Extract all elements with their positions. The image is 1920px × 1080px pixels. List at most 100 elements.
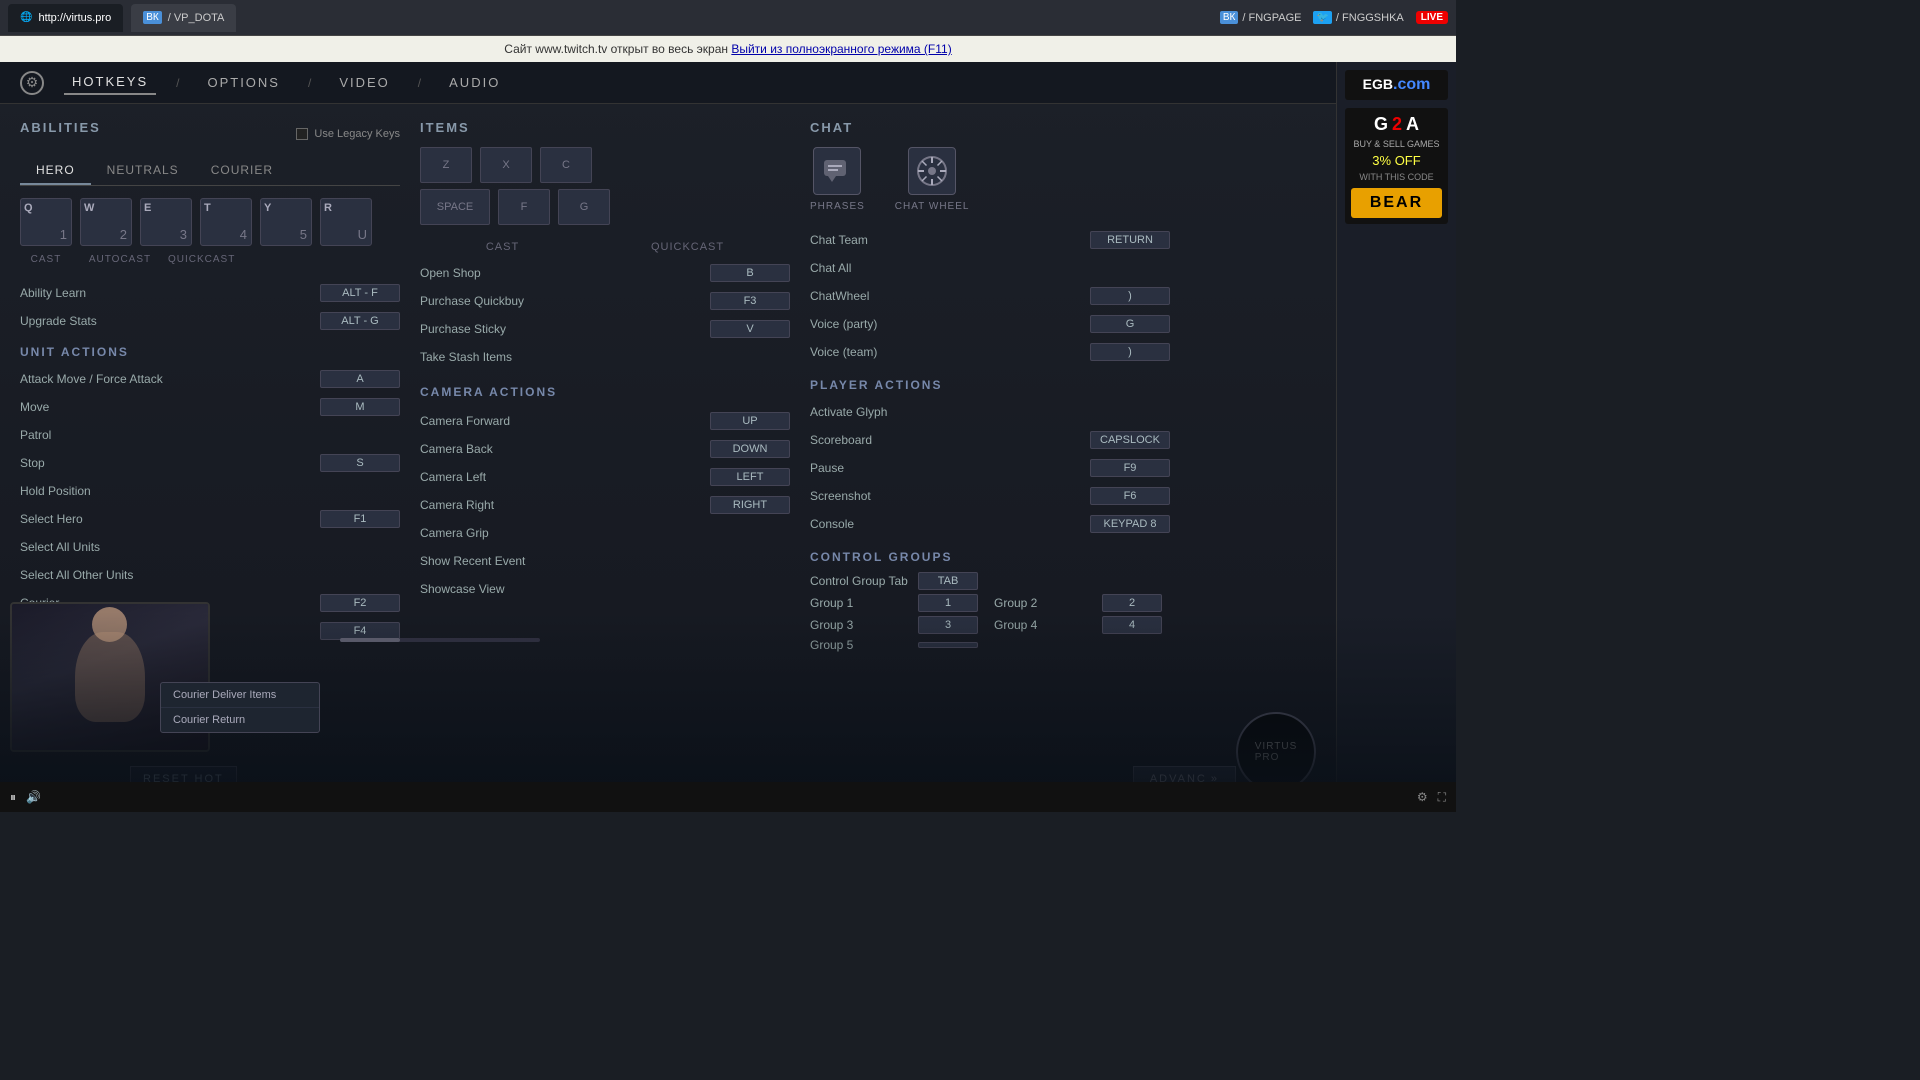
item-cast-label: CAST (486, 241, 519, 253)
settings-gear-icon[interactable]: ⚙ (20, 71, 44, 95)
scroll-thumb[interactable] (340, 638, 400, 642)
bind-control-group-tab: Control Group Tab TAB (810, 572, 1170, 590)
bind-chat-all: Chat All (810, 256, 1170, 280)
control-groups-row-3: Group 5 (810, 638, 1170, 652)
code-label: WITH THIS CODE (1351, 172, 1442, 182)
legacy-keys-checkbox[interactable] (296, 128, 308, 140)
item-slot-c[interactable]: C (540, 147, 592, 183)
cast-label-cast: CAST (20, 254, 72, 265)
bind-purchase-quickbuy: Purchase Quickbuy F3 (420, 289, 790, 313)
phrases-icon[interactable] (813, 147, 861, 195)
ability-key-w[interactable]: W 2 (80, 198, 132, 246)
bind-select-all-other: Select All Other Units (20, 563, 400, 587)
upgrade-stats-value[interactable]: ALT - G (320, 312, 400, 330)
bind-camera-right: Camera Right RIGHT (420, 493, 790, 517)
dropdown-menu: Courier Deliver Items Courier Return (160, 682, 320, 733)
play-pause-button[interactable]: ⏸ (10, 790, 16, 805)
bind-camera-forward: Camera Forward UP (420, 409, 790, 433)
fullscreen-button[interactable]: ⛶ (1438, 790, 1446, 805)
settings-button[interactable]: ⚙ (1417, 790, 1428, 804)
bind-move: Move M (20, 395, 400, 419)
tab-vp-dota[interactable]: ВК / VP_DOTA (131, 4, 236, 32)
notification-bar: Сайт www.twitch.tv открыт во весь экран … (0, 36, 1456, 62)
abilities-header: ABILITIES Use Legacy Keys (20, 120, 400, 147)
legacy-keys-label: Use Legacy Keys (314, 128, 400, 140)
ability-key-e[interactable]: E 3 (140, 198, 192, 246)
bind-scoreboard: Scoreboard CAPSLOCK (810, 428, 1170, 452)
chat-wheel-label: CHAT WHEEL (895, 201, 970, 212)
notification-link[interactable]: Выйти из полноэкранного режима (F11) (731, 42, 951, 56)
ability-learn-value[interactable]: ALT - F (320, 284, 400, 302)
ability-learn-label: Ability Learn (20, 286, 320, 300)
item-slot-z[interactable]: Z (420, 147, 472, 183)
scroll-indicator[interactable] (340, 638, 540, 642)
camera-title: CAMERA ACTIONS (420, 385, 790, 399)
item-quickcast-label: QUICKCAST (651, 241, 724, 253)
bind-purchase-sticky: Purchase Sticky V (420, 317, 790, 341)
bind-showcase-view: Showcase View (420, 577, 790, 601)
volume-button[interactable]: 🔊 (26, 790, 41, 804)
chat-title: CHAT (810, 120, 1170, 135)
bind-activate-glyph: Activate Glyph (810, 400, 1170, 424)
bind-voice-team: Voice (team) ) (810, 340, 1170, 364)
bind-pause: Pause F9 (810, 456, 1170, 480)
nav-audio[interactable]: AUDIO (441, 71, 508, 94)
dropdown-item-deliver[interactable]: Courier Deliver Items (161, 683, 319, 708)
browser-bar: 🌐 http://virtus.pro ВК / VP_DOTA ВК / FN… (0, 0, 1456, 36)
g2a-subtitle: BUY & SELL GAMES (1351, 139, 1442, 149)
bind-ability-learn: Ability Learn ALT - F (20, 281, 400, 305)
chat-icons: PHRASES (810, 147, 1170, 212)
item-slot-f[interactable]: F (498, 189, 550, 225)
item-slot-space[interactable]: SPACE (420, 189, 490, 225)
items-row-1: Z X C (420, 147, 790, 183)
col-items-camera: ITEMS Z X C SPACE F G CAST QUICKCAST Ope… (420, 120, 790, 788)
bind-patrol: Patrol (20, 423, 400, 447)
chat-wheel-icon[interactable] (908, 147, 956, 195)
control-groups-row-2: Group 3 3 Group 4 4 (810, 616, 1170, 634)
link-fngpage[interactable]: ВК / FNGPAGE (1220, 11, 1302, 24)
bind-hold-position: Hold Position (20, 479, 400, 503)
items-slots: Z X C SPACE F G (420, 147, 790, 225)
egb-logo[interactable]: EGB.com (1345, 70, 1448, 100)
tab-courier[interactable]: COURIER (195, 157, 289, 185)
phrases-icon-block: PHRASES (810, 147, 865, 212)
tab-hero[interactable]: HERO (20, 157, 91, 185)
nav-options[interactable]: OPTIONS (199, 71, 288, 94)
upgrade-stats-label: Upgrade Stats (20, 314, 320, 328)
link-fnggshka[interactable]: 🐦 / FNGGSHKA (1313, 11, 1403, 24)
ability-key-t[interactable]: T 4 (200, 198, 252, 246)
player-actions-title: PLAYER ACTIONS (810, 378, 1170, 392)
bind-show-recent: Show Recent Event (420, 549, 790, 573)
bind-chat-team: Chat Team RETURN (810, 228, 1170, 252)
tab-favicon: 🌐 (20, 12, 32, 23)
ability-key-y[interactable]: Y 5 (260, 198, 312, 246)
bind-attack-move: Attack Move / Force Attack A (20, 367, 400, 391)
bind-voice-party: Voice (party) G (810, 312, 1170, 336)
g2a-ad-block[interactable]: G 2 A BUY & SELL GAMES 3% OFF WITH THIS … (1345, 108, 1448, 224)
nav-hotkeys[interactable]: HOTKEYS (64, 70, 156, 95)
item-slot-g[interactable]: G (558, 189, 610, 225)
cast-labels: CAST AUTOCAST QUICKCAST (20, 254, 400, 265)
control-groups-row-1: Group 1 1 Group 2 2 (810, 594, 1170, 612)
ability-key-r[interactable]: R U (320, 198, 372, 246)
tab-label: http://virtus.pro (38, 12, 111, 24)
player-controls-bar: ⏸ 🔊 ⚙ ⛶ (0, 782, 1456, 812)
ability-tabs: HERO NEUTRALS COURIER (20, 157, 400, 186)
bind-upgrade-stats: Upgrade Stats ALT - G (20, 309, 400, 333)
tab-neutrals[interactable]: NEUTRALS (91, 157, 195, 185)
item-slot-x[interactable]: X (480, 147, 532, 183)
bind-screenshot: Screenshot F6 (810, 484, 1170, 508)
ability-key-boxes: Q 1 W 2 E 3 T 4 Y 5 (20, 198, 400, 246)
phrases-label: PHRASES (810, 201, 865, 212)
bind-select-all-units: Select All Units (20, 535, 400, 559)
ability-key-q[interactable]: Q 1 (20, 198, 72, 246)
bind-camera-grip: Camera Grip (420, 521, 790, 545)
bind-camera-left: Camera Left LEFT (420, 465, 790, 489)
tab-virtus[interactable]: 🌐 http://virtus.pro (8, 4, 123, 32)
bind-stop: Stop S (20, 451, 400, 475)
dropdown-item-return[interactable]: Courier Return (161, 708, 319, 732)
nav-video[interactable]: VIDEO (331, 71, 397, 94)
item-cast-labels: CAST QUICKCAST (420, 241, 790, 253)
live-badge: LIVE (1416, 11, 1448, 24)
col-chat-player: CHAT PHRASES (810, 120, 1170, 788)
